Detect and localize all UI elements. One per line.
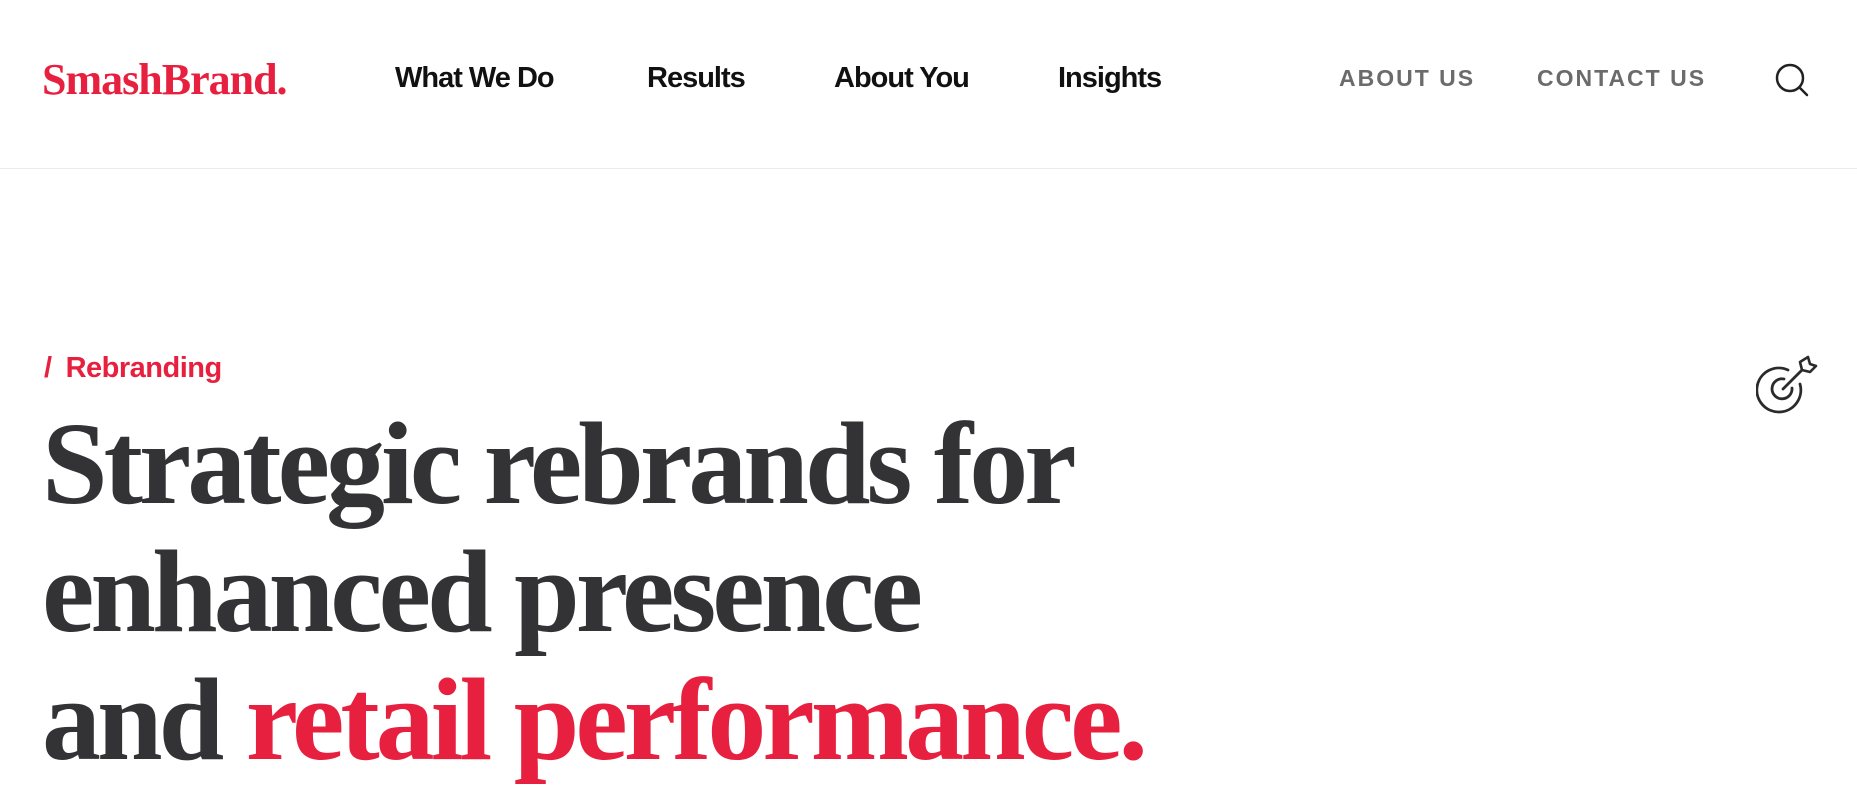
nav-item-results[interactable]: Results xyxy=(647,58,746,98)
hero-headline: Strategic rebrands for enhanced presence… xyxy=(42,398,1148,785)
nav-item-what-we-do[interactable]: What We Do xyxy=(395,58,555,98)
about-us-link[interactable]: ABOUT US xyxy=(1339,62,1475,94)
eyebrow-slash: / xyxy=(44,352,52,384)
headline-line-3-prefix: and xyxy=(42,654,224,785)
eyebrow-text: Rebranding xyxy=(65,352,223,384)
contact-us-link[interactable]: CONTACT US xyxy=(1537,62,1706,94)
nav-item-insights[interactable]: Insights xyxy=(1058,58,1162,98)
headline-line-1: Strategic rebrands for xyxy=(42,398,1077,529)
site-header: SmashBrand. What We Do Results About You… xyxy=(0,0,1857,169)
nav-item-about-you[interactable]: About You xyxy=(834,58,970,98)
eyebrow-label: / Rebranding xyxy=(44,350,222,386)
headline-line-2: enhanced presence xyxy=(42,526,923,657)
search-icon xyxy=(1775,63,1809,97)
search-button[interactable] xyxy=(1774,62,1810,98)
brand-logo[interactable]: SmashBrand. xyxy=(42,52,288,108)
target-arrow-icon xyxy=(1756,355,1818,414)
headline-accent: retail performance. xyxy=(245,654,1148,785)
